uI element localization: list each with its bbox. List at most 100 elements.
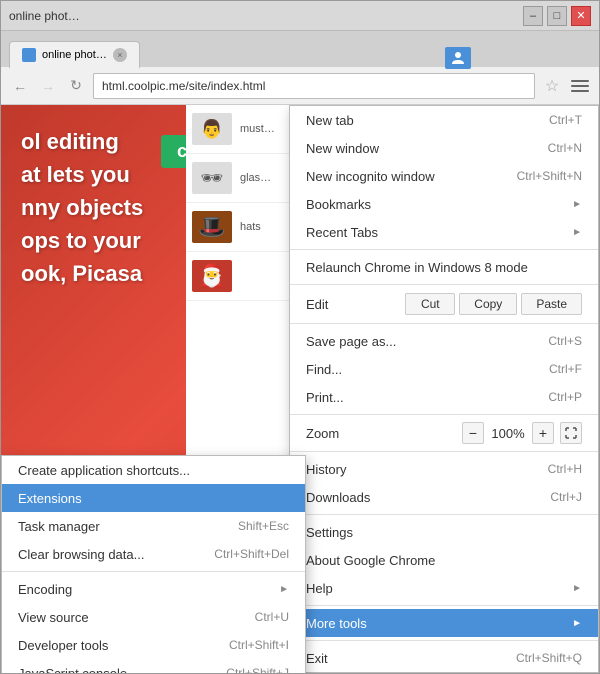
- menu-label-find: Find...: [306, 362, 342, 377]
- menu-label-settings: Settings: [306, 525, 353, 540]
- fullscreen-button[interactable]: [560, 422, 582, 444]
- zoom-in-button[interactable]: +: [532, 422, 554, 444]
- thumb-label-3: hats: [240, 221, 261, 233]
- separator-8: [290, 640, 598, 641]
- zoom-row: Zoom − 100% +: [290, 418, 598, 448]
- list-item[interactable]: 🕶 glas…: [186, 154, 305, 203]
- back-button[interactable]: ←: [9, 75, 31, 97]
- menu-label-new-window: New window: [306, 141, 379, 156]
- window-title: online phot…: [9, 9, 80, 23]
- menu-item-print[interactable]: Print... Ctrl+P: [290, 383, 598, 411]
- separator-5: [290, 451, 598, 452]
- menu-label-new-incognito: New incognito window: [306, 169, 435, 184]
- menu-item-about-chrome[interactable]: About Google Chrome: [290, 546, 598, 574]
- minimize-button[interactable]: –: [523, 6, 543, 26]
- more-tools-submenu: Create application shortcuts... Extensio…: [1, 455, 306, 673]
- window-frame: online phot… – □ ✕ online phot… × ← → ↻: [0, 0, 600, 674]
- menu-label-exit: Exit: [306, 651, 328, 666]
- menu-item-bookmarks[interactable]: Bookmarks ►: [290, 190, 598, 218]
- submenu-item-dev-tools[interactable]: Developer tools Ctrl+Shift+I: [2, 631, 305, 659]
- content-area: ol editing at lets you nny objects ops t…: [1, 105, 599, 673]
- menu-item-history[interactable]: History Ctrl+H: [290, 455, 598, 483]
- user-icon[interactable]: [445, 47, 471, 69]
- zoom-out-button[interactable]: −: [462, 422, 484, 444]
- chrome-menu-button[interactable]: [569, 75, 591, 97]
- submenu-item-view-source[interactable]: View source Ctrl+U: [2, 603, 305, 631]
- thumb-image-2: 🕶: [192, 162, 232, 194]
- separator-7: [290, 605, 598, 606]
- maximize-button[interactable]: □: [547, 6, 567, 26]
- reload-button[interactable]: ↻: [65, 75, 87, 97]
- menu-item-new-tab[interactable]: New tab Ctrl+T: [290, 106, 598, 134]
- page-line-1: ol editing: [21, 125, 143, 158]
- menu-item-new-window[interactable]: New window Ctrl+N: [290, 134, 598, 162]
- shortcut-print: Ctrl+P: [548, 390, 582, 404]
- list-item[interactable]: 🎩 hats: [186, 203, 305, 252]
- menu-label-history: History: [306, 462, 346, 477]
- submenu-label-view-source: View source: [18, 610, 89, 625]
- separator-4: [290, 414, 598, 415]
- window-controls: – □ ✕: [523, 6, 591, 26]
- submenu-item-clear-browsing[interactable]: Clear browsing data... Ctrl+Shift+Del: [2, 540, 305, 568]
- menu-label-print: Print...: [306, 390, 344, 405]
- list-item[interactable]: 🎅: [186, 252, 305, 301]
- menu-item-exit[interactable]: Exit Ctrl+Shift+Q: [290, 644, 598, 672]
- shortcut-history: Ctrl+H: [548, 462, 582, 476]
- shortcut-clear-browsing: Ctrl+Shift+Del: [214, 547, 289, 561]
- separator-3: [290, 323, 598, 324]
- menu-item-recent-tabs[interactable]: Recent Tabs ►: [290, 218, 598, 246]
- menu-label-more-tools: More tools: [306, 616, 367, 631]
- arrow-bookmarks: ►: [572, 199, 582, 210]
- menu-item-more-tools[interactable]: More tools ►: [290, 609, 598, 637]
- shortcut-task-manager: Shift+Esc: [238, 519, 289, 533]
- submenu-label-clear-browsing: Clear browsing data...: [18, 547, 144, 562]
- submenu-item-js-console[interactable]: JavaScript console Ctrl+Shift+J: [2, 659, 305, 673]
- menu-item-save-page[interactable]: Save page as... Ctrl+S: [290, 327, 598, 355]
- menu-label-downloads: Downloads: [306, 490, 370, 505]
- menu-item-find[interactable]: Find... Ctrl+F: [290, 355, 598, 383]
- zoom-value: 100%: [490, 426, 526, 441]
- active-tab[interactable]: online phot… ×: [9, 41, 140, 68]
- address-input[interactable]: [93, 73, 535, 99]
- menu-item-settings[interactable]: Settings: [290, 518, 598, 546]
- page-line-4: ops to your: [21, 224, 143, 257]
- paste-button[interactable]: Paste: [521, 293, 582, 315]
- forward-button[interactable]: →: [37, 75, 59, 97]
- copy-button[interactable]: Copy: [459, 293, 517, 315]
- shortcut-new-window: Ctrl+N: [548, 141, 582, 155]
- thumb-label-2: glas…: [240, 172, 271, 184]
- arrow-encoding: ►: [279, 584, 289, 595]
- tab-close-button[interactable]: ×: [113, 48, 127, 62]
- submenu-item-encoding[interactable]: Encoding ►: [2, 575, 305, 603]
- tab-favicon: [22, 48, 36, 62]
- arrow-more-tools: ►: [572, 618, 582, 629]
- separator-6: [290, 514, 598, 515]
- menu-item-downloads[interactable]: Downloads Ctrl+J: [290, 483, 598, 511]
- shortcut-new-tab: Ctrl+T: [549, 113, 582, 127]
- separator-2: [290, 284, 598, 285]
- submenu-label-create-shortcuts: Create application shortcuts...: [18, 463, 190, 478]
- tab-bar: online phot… ×: [1, 31, 599, 67]
- submenu-item-extensions[interactable]: Extensions: [2, 484, 305, 512]
- menu-label-recent-tabs: Recent Tabs: [306, 225, 378, 240]
- submenu-item-task-manager[interactable]: Task manager Shift+Esc: [2, 512, 305, 540]
- menu-item-help[interactable]: Help ►: [290, 574, 598, 602]
- menu-label-new-tab: New tab: [306, 113, 354, 128]
- bookmark-star-icon[interactable]: ☆: [541, 75, 563, 97]
- edit-row: Edit Cut Copy Paste: [290, 288, 598, 320]
- shortcut-exit: Ctrl+Shift+Q: [516, 651, 582, 665]
- menu-item-relaunch[interactable]: Relaunch Chrome in Windows 8 mode: [290, 253, 598, 281]
- submenu-item-create-shortcuts[interactable]: Create application shortcuts...: [2, 456, 305, 484]
- edit-label: Edit: [306, 297, 405, 312]
- submenu-label-encoding: Encoding: [18, 582, 72, 597]
- menu-item-new-incognito[interactable]: New incognito window Ctrl+Shift+N: [290, 162, 598, 190]
- page-line-3: nny objects: [21, 191, 143, 224]
- edit-buttons: Cut Copy Paste: [405, 293, 582, 315]
- thumb-label-1: must…: [240, 123, 275, 135]
- arrow-recent-tabs: ►: [572, 227, 582, 238]
- list-item[interactable]: 👨 must…: [186, 105, 305, 154]
- page-line-5: ook, Picasa: [21, 257, 143, 290]
- close-button[interactable]: ✕: [571, 6, 591, 26]
- cut-button[interactable]: Cut: [405, 293, 455, 315]
- chrome-menu: New tab Ctrl+T New window Ctrl+N New inc…: [289, 105, 599, 673]
